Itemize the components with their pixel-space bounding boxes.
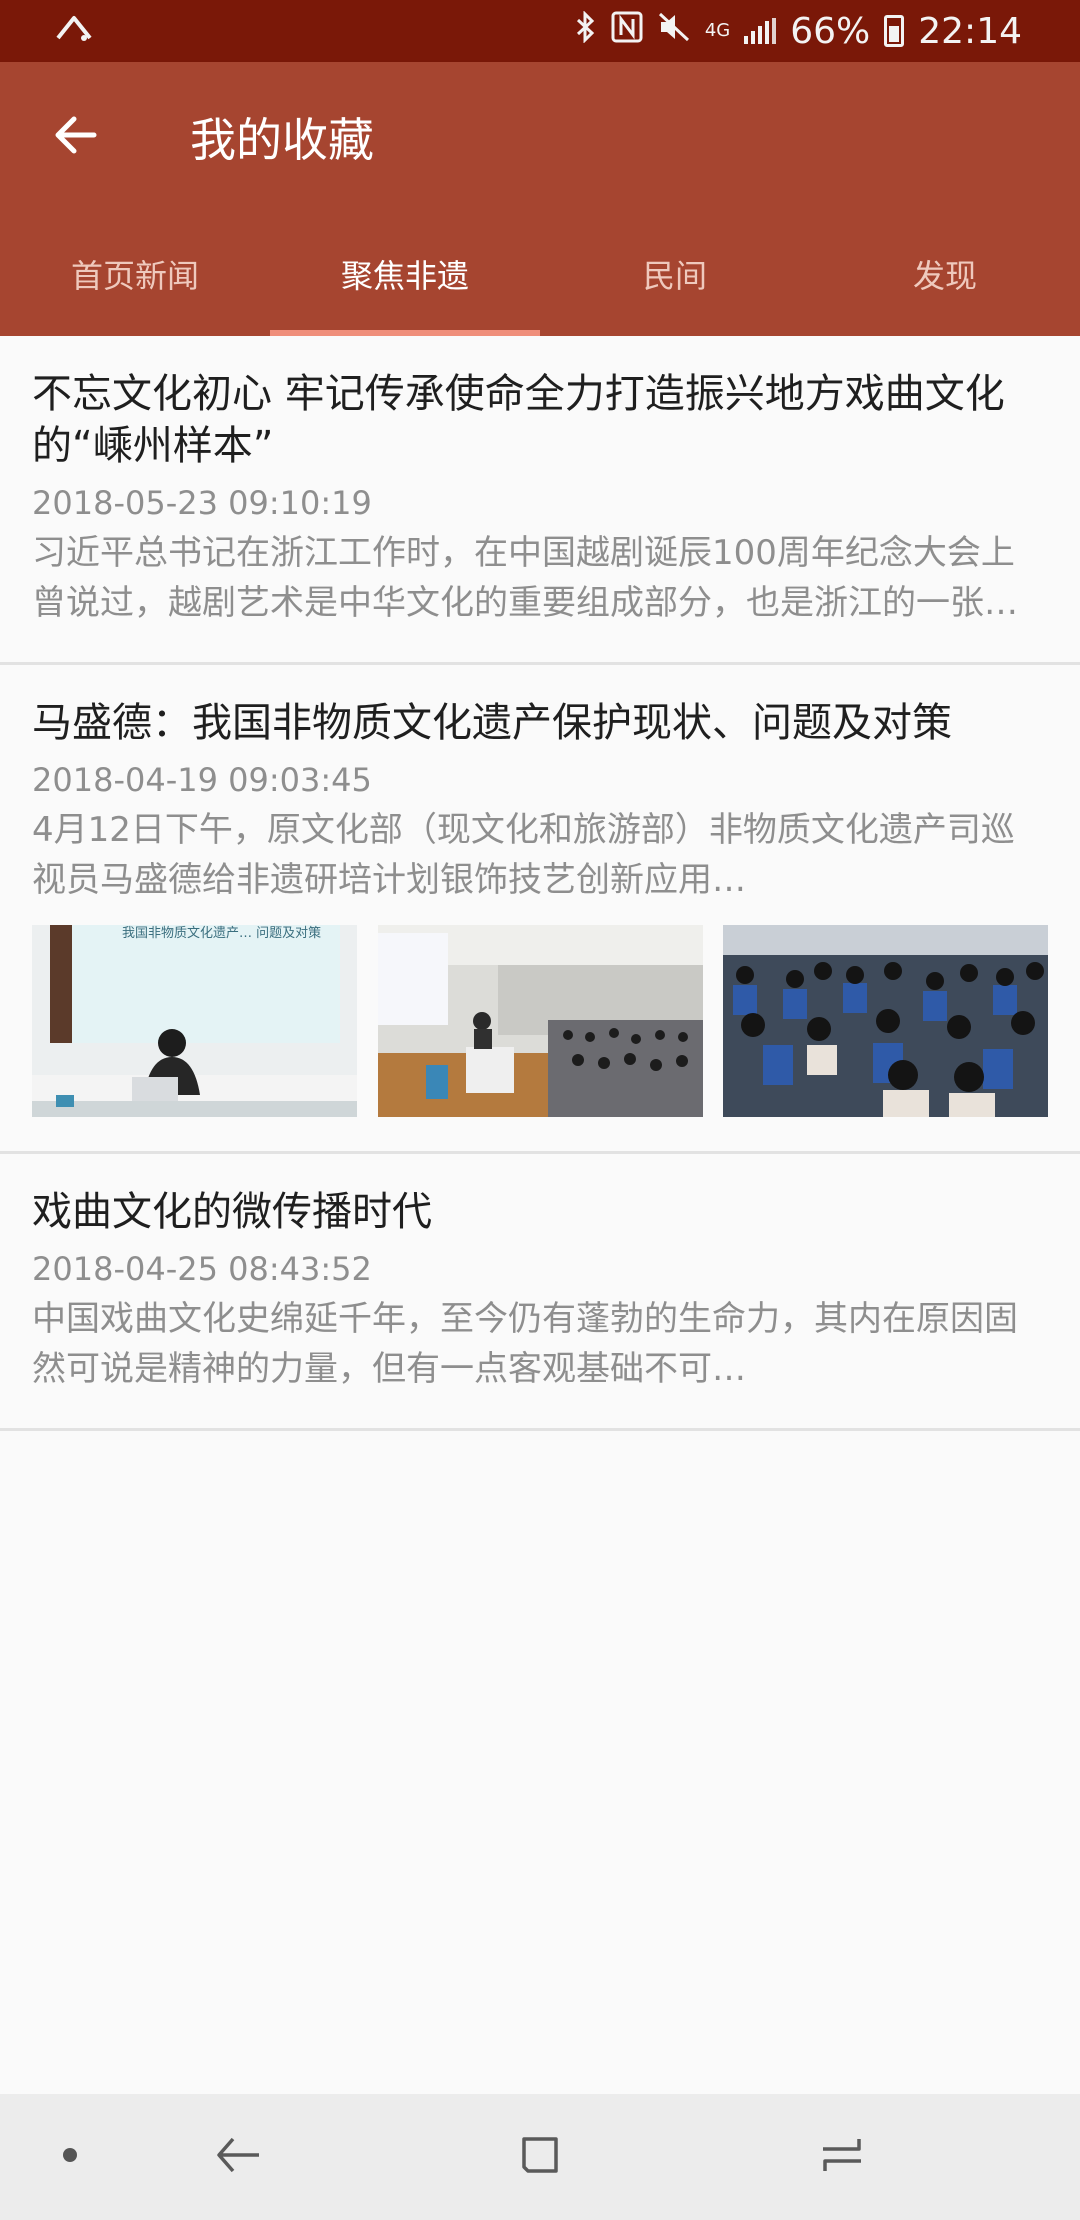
article-thumbnails: 我国非物质文化遗产… 问题及对策 [32, 925, 1048, 1117]
tab-discover[interactable]: 发现 [810, 212, 1080, 336]
arrow-left-icon [52, 115, 98, 159]
status-bar: 4G 66% 22:14 [0, 0, 1080, 62]
list-item[interactable]: 戏曲文化的微传播时代 2018-04-25 08:43:52 中国戏曲文化史绵延… [0, 1154, 1080, 1431]
bluetooth-icon [575, 10, 597, 51]
back-button[interactable] [0, 62, 150, 212]
list-item[interactable]: 不忘文化初心 牢记传承使命全力打造振兴地方戏曲文化的“嵊州样本” 2018-05… [0, 336, 1080, 665]
tab-home-news[interactable]: 首页新闻 [0, 212, 270, 336]
favorites-list: 不忘文化初心 牢记传承使命全力打造振兴地方戏曲文化的“嵊州样本” 2018-05… [0, 336, 1080, 1431]
nav-recents-icon [819, 2133, 865, 2181]
article-summary: 习近平总书记在浙江工作时，在中国越剧诞辰100周年纪念大会上曾说过，越剧艺术是中… [32, 533, 1018, 623]
screen: 4G 66% 22:14 我的收藏 首页新闻 聚焦非遗 民间 发现 不忘文化初心… [0, 0, 1080, 2220]
nfc-icon [611, 11, 643, 52]
app-bar: 我的收藏 [0, 62, 1080, 212]
page-title: 我的收藏 [190, 113, 374, 167]
battery-icon [884, 15, 905, 47]
tab-focus-heritage[interactable]: 聚焦非遗 [270, 212, 540, 336]
article-summary: 中国戏曲文化史绵延千年，至今仍有蓬勃的生命力，其内在原因固然可说是精神的力量，但… [32, 1299, 1018, 1389]
article-date: 2018-04-19 09:03:45 [32, 761, 372, 799]
status-right: 4G 66% 22:14 [575, 10, 1022, 52]
nav-home-icon [518, 2133, 562, 2181]
nav-dot-icon [62, 2147, 78, 2167]
signal-icon [744, 18, 777, 44]
thumbnail-caption: 我国非物质文化遗产… 问题及对策 [122, 925, 321, 941]
nav-back-button[interactable] [178, 2094, 298, 2220]
network-type: 4G [704, 20, 731, 41]
tab-folk[interactable]: 民间 [540, 212, 810, 336]
app-notification-icon [54, 14, 94, 48]
article-title: 马盛德：我国非物质文化遗产保护现状、问题及对策 [32, 700, 952, 746]
nav-back-icon [215, 2135, 261, 2179]
thumbnail-image[interactable]: 我国非物质文化遗产… 问题及对策 [32, 925, 357, 1117]
tab-bar: 首页新闻 聚焦非遗 民间 发现 [0, 212, 1080, 336]
article-title: 戏曲文化的微传播时代 [32, 1189, 432, 1235]
nav-recents-button[interactable] [782, 2094, 902, 2220]
article-summary: 4月12日下午，原文化部（现文化和旅游部）非物质文化遗产司巡视员马盛德给非遗研培… [32, 810, 1015, 900]
nav-home-button[interactable] [480, 2094, 600, 2220]
system-nav-bar [0, 2094, 1080, 2220]
clock: 22:14 [918, 10, 1022, 52]
article-title: 不忘文化初心 牢记传承使命全力打造振兴地方戏曲文化的“嵊州样本” [32, 371, 1005, 469]
battery-percent: 66% [790, 10, 871, 52]
article-date: 2018-05-23 09:10:19 [32, 484, 372, 522]
status-left [54, 14, 94, 48]
list-item[interactable]: 马盛德：我国非物质文化遗产保护现状、问题及对策 2018-04-19 09:03… [0, 665, 1080, 1154]
mute-icon [657, 11, 691, 52]
thumbnail-image[interactable] [723, 925, 1048, 1117]
article-date: 2018-04-25 08:43:52 [32, 1250, 372, 1288]
nav-dot-button[interactable] [10, 2094, 130, 2220]
thumbnail-image[interactable] [377, 925, 703, 1117]
